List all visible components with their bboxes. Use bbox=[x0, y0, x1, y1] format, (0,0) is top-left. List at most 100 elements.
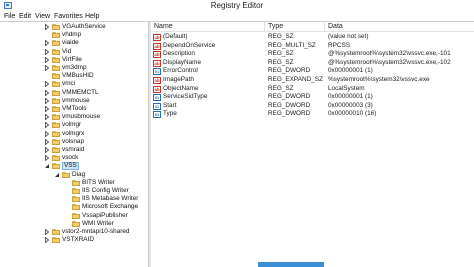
tree-item[interactable]: vmci bbox=[0, 80, 148, 88]
value-type: REG_MULTI_SZ bbox=[268, 41, 316, 49]
value-data: 0x00000010 (16) bbox=[328, 110, 377, 118]
collapsed-arrow-icon[interactable] bbox=[44, 56, 50, 63]
string-value-icon: ab bbox=[153, 42, 161, 50]
value-type: REG_SZ bbox=[268, 50, 294, 58]
collapsed-arrow-icon[interactable] bbox=[44, 65, 50, 71]
folder-icon bbox=[72, 179, 80, 186]
value-type: REG_DWORD bbox=[268, 110, 311, 118]
tree-item[interactable]: Microsoft Exchange bbox=[0, 203, 148, 211]
collapsed-arrow-icon[interactable] bbox=[44, 138, 50, 145]
tree-item[interactable]: VMMEMCTL bbox=[0, 89, 148, 97]
folder-icon bbox=[72, 196, 80, 203]
collapsed-arrow-icon[interactable] bbox=[44, 237, 50, 244]
folder-icon bbox=[52, 73, 60, 80]
tree-item[interactable]: vsmraid bbox=[0, 146, 148, 154]
tree-item-label: Vid bbox=[62, 47, 72, 55]
tree-item-label: vmci bbox=[62, 80, 76, 88]
folder-icon bbox=[52, 97, 60, 104]
expanded-arrow-icon[interactable] bbox=[44, 163, 50, 169]
value-type: REG_SZ bbox=[268, 58, 294, 66]
tree-item[interactable]: viaide bbox=[0, 39, 148, 47]
tree-item[interactable]: vstor2-mntapi10-shared bbox=[0, 228, 148, 236]
registry-value-row[interactable]: ab Description REG_SZ @%systemroot%\system3… bbox=[151, 50, 474, 59]
value-name: ObjectName bbox=[163, 84, 199, 92]
collapsed-arrow-icon[interactable] bbox=[44, 89, 50, 96]
tree-item[interactable]: VirtFile bbox=[0, 56, 148, 64]
string-value-icon: ab bbox=[153, 85, 161, 93]
tree-item[interactable]: VGAuthService bbox=[0, 23, 148, 31]
folder-icon bbox=[62, 171, 70, 178]
column-header-type[interactable]: Type bbox=[265, 22, 325, 31]
registry-key-tree[interactable]: VGAuthService vhdmp viaide Vid VirtFile vm3dm… bbox=[0, 22, 148, 267]
tree-item[interactable]: VSTXRAID bbox=[0, 236, 148, 244]
tree-item[interactable]: volsnap bbox=[0, 138, 148, 146]
tree-item[interactable]: vmmouse bbox=[0, 97, 148, 105]
tree-item[interactable]: IIS Config Writer bbox=[0, 187, 148, 195]
tree-item[interactable]: Diag bbox=[0, 171, 148, 179]
value-type: REG_EXPAND_SZ bbox=[268, 76, 323, 83]
registry-value-row[interactable]: 01 Start REG_DWORD 0x00000003 (3) bbox=[151, 102, 474, 111]
expanded-arrow-icon[interactable] bbox=[54, 172, 60, 178]
tree-item-label: vmusbmouse bbox=[62, 113, 101, 121]
value-name: ServiceSidType bbox=[163, 93, 208, 101]
tree-item[interactable]: Vid bbox=[0, 48, 148, 56]
tree-item[interactable]: vhdmp bbox=[0, 31, 148, 39]
collapsed-arrow-icon[interactable] bbox=[44, 114, 50, 121]
folder-icon bbox=[52, 114, 60, 121]
tree-item[interactable]: VMTools bbox=[0, 105, 148, 113]
folder-icon bbox=[52, 65, 60, 71]
tree-item[interactable]: VSS bbox=[0, 162, 148, 171]
tree-item[interactable]: VMBusHID bbox=[0, 72, 148, 80]
registry-value-row[interactable]: 01 ErrorControl REG_DWORD 0x00000001 (1) bbox=[151, 67, 474, 76]
collapsed-arrow-icon[interactable] bbox=[44, 40, 50, 47]
tree-item[interactable]: volmgr bbox=[0, 121, 148, 129]
tree-item-label: VirtFile bbox=[62, 55, 82, 63]
tree-item-label: volsnap bbox=[62, 137, 85, 145]
registry-value-row[interactable]: 01 Type REG_DWORD 0x00000010 (16) bbox=[151, 110, 474, 119]
folder-icon bbox=[52, 56, 60, 63]
menu-help[interactable]: Help bbox=[85, 12, 99, 21]
tree-item[interactable]: BITS Writer bbox=[0, 179, 148, 187]
collapsed-arrow-icon[interactable] bbox=[44, 147, 50, 153]
registry-value-row[interactable]: ab DependOnService REG_MULTI_SZ RPCSS bbox=[151, 42, 474, 51]
collapsed-arrow-icon[interactable] bbox=[44, 106, 50, 112]
registry-value-row[interactable]: ab ObjectName REG_SZ LocalSystem bbox=[151, 85, 474, 94]
tree-item[interactable]: vm3dmp bbox=[0, 64, 148, 72]
folder-icon bbox=[72, 220, 80, 227]
tree-item-label: IIS Metabase Writer bbox=[82, 195, 139, 203]
tree-item[interactable]: volmgrx bbox=[0, 130, 148, 138]
menu-edit[interactable]: Edit bbox=[19, 12, 31, 21]
tree-item[interactable]: IIS Metabase Writer bbox=[0, 195, 148, 203]
registry-values-list[interactable]: Name Type Data ab (Default) REG_SZ (value n… bbox=[151, 22, 474, 267]
menu-view[interactable]: View bbox=[35, 12, 50, 21]
collapsed-arrow-icon[interactable] bbox=[44, 81, 50, 88]
registry-value-row[interactable]: ab (Default) REG_SZ (value not set) bbox=[151, 33, 474, 42]
collapsed-arrow-icon[interactable] bbox=[44, 48, 50, 55]
column-header-data[interactable]: Data bbox=[325, 22, 474, 31]
registry-value-row[interactable]: 01 ServiceSidType REG_DWORD 0x00000001 (1) bbox=[151, 93, 474, 102]
tree-item[interactable]: vmusbmouse bbox=[0, 113, 148, 121]
collapsed-arrow-icon[interactable] bbox=[44, 97, 50, 104]
string-value-icon: ab bbox=[153, 77, 161, 84]
tree-item[interactable]: VssapiPublisher bbox=[0, 212, 148, 220]
registry-value-row[interactable]: ab ImagePath REG_EXPAND_SZ %systemroot%\sys… bbox=[151, 76, 474, 85]
registry-value-row[interactable]: ab DisplayName REG_SZ @%systemroot%\system3… bbox=[151, 59, 474, 68]
tree-item-label: vsmraid bbox=[62, 146, 85, 153]
tree-item[interactable]: vsock bbox=[0, 154, 148, 162]
collapsed-arrow-icon[interactable] bbox=[44, 130, 50, 137]
tree-item[interactable]: WMI Writer bbox=[0, 220, 148, 228]
menu-favorites[interactable]: Favorites bbox=[54, 12, 83, 21]
value-name: ImagePath bbox=[163, 76, 194, 83]
collapsed-arrow-icon[interactable] bbox=[44, 155, 50, 162]
collapsed-arrow-icon[interactable] bbox=[44, 122, 50, 129]
value-type: REG_SZ bbox=[268, 33, 294, 40]
tree-item-label: viaide bbox=[62, 39, 79, 47]
column-header-divider bbox=[151, 31, 474, 32]
collapsed-arrow-icon[interactable] bbox=[44, 24, 50, 30]
tree-item-label: vsock bbox=[62, 154, 79, 162]
binary-value-icon: 01 bbox=[153, 68, 161, 76]
collapsed-arrow-icon[interactable] bbox=[44, 229, 50, 235]
menu-file[interactable]: File bbox=[4, 12, 15, 21]
column-header-name[interactable]: Name bbox=[151, 22, 265, 31]
folder-icon bbox=[72, 188, 80, 194]
